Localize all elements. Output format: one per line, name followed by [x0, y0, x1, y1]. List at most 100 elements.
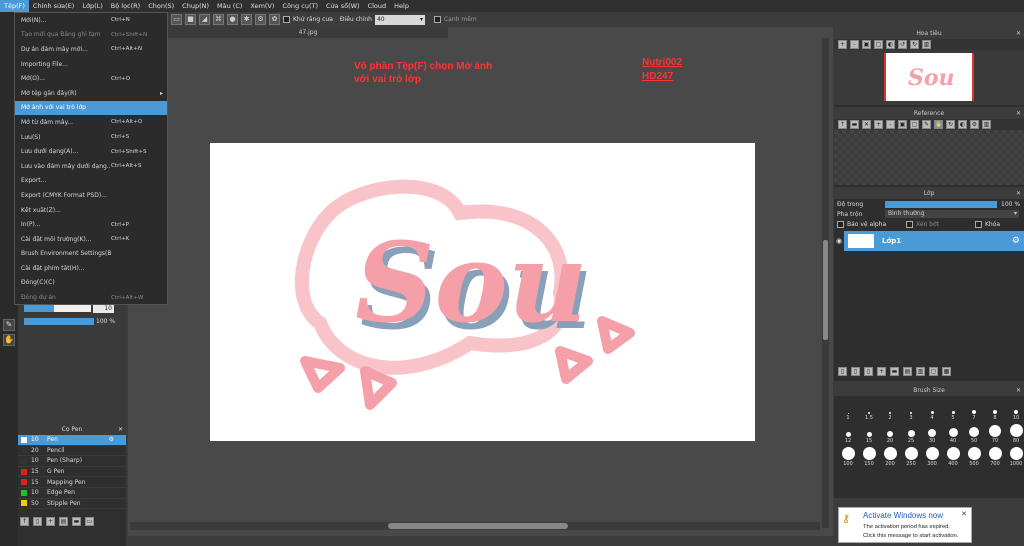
menu-10[interactable]: Cloud	[364, 0, 391, 12]
close-image-icon[interactable]: ✕	[862, 120, 871, 129]
brush-size-cell[interactable]: 15	[859, 422, 879, 444]
file-menu-item[interactable]: Lưu(S) Ctrl+S	[15, 130, 167, 145]
duplicate-icon[interactable]: ▤	[903, 367, 912, 376]
rotate-right-icon[interactable]: ↻	[910, 40, 919, 49]
clear-icon[interactable]: ◻	[929, 367, 938, 376]
brush-size-cell[interactable]: 50	[964, 422, 984, 444]
canvas[interactable]: Sou Sou	[210, 143, 755, 441]
pen-item[interactable]: 15 Mapping Pen	[18, 477, 126, 488]
brush-size-cell[interactable]: 1.5	[859, 399, 879, 421]
eyedropper-icon[interactable]: ✎	[922, 120, 931, 129]
reference-preview[interactable]	[834, 130, 1024, 185]
flip-icon[interactable]: ◐	[886, 40, 895, 49]
brush-size-cell[interactable]: 10	[1006, 399, 1024, 421]
brush-size-cell[interactable]: 30	[922, 422, 942, 444]
new-layer-icon[interactable]: ▯	[838, 367, 847, 376]
menu-8[interactable]: Công cụ(T)	[278, 0, 322, 12]
flip-icon[interactable]: ◐	[958, 120, 967, 129]
document-tab[interactable]: 47.jpg	[168, 27, 448, 38]
pen-item[interactable]: 10 Edge Pen	[18, 488, 126, 499]
protect-alpha-checkbox[interactable]	[837, 220, 844, 228]
file-menu-item[interactable]: Export (CMYK Format PSD)...	[15, 188, 167, 203]
horizontal-scroll-thumb[interactable]	[388, 523, 568, 529]
close-icon[interactable]: ✕	[118, 425, 123, 435]
menu-4[interactable]: Chọn(S)	[144, 0, 178, 12]
brush-size-cell[interactable]: 8	[985, 399, 1005, 421]
brush-size-cell[interactable]: 1	[838, 399, 858, 421]
close-icon[interactable]: ✕	[1016, 109, 1021, 119]
folder-icon[interactable]: ▬	[890, 367, 899, 376]
new-brush-icon[interactable]: ▯	[33, 517, 42, 526]
gear-icon[interactable]: ⚙	[1012, 236, 1020, 246]
brush-size-cell[interactable]: 2	[880, 399, 900, 421]
menu-0[interactable]: Tệp(F)	[0, 0, 29, 12]
import-icon[interactable]: ↑	[20, 517, 29, 526]
brush-size-cell[interactable]: 200	[880, 445, 900, 467]
pen-item[interactable]: 10 Pen ⚙	[18, 435, 126, 446]
file-menu-item[interactable]: Export...	[15, 174, 167, 189]
brush-size-cell[interactable]: 150	[859, 445, 879, 467]
folder-icon[interactable]: ▬	[72, 517, 81, 526]
close-icon[interactable]: ✕	[1016, 189, 1021, 199]
adjust-select[interactable]: 40 ▾	[374, 14, 425, 25]
activation-notice[interactable]: ⚷ Activate Windows now ✕ The activation …	[838, 507, 972, 543]
file-menu-item[interactable]: Lưu vào đám mây dưới dạng... Ctrl+Alt+S	[15, 159, 167, 174]
zoom-in-icon[interactable]: +	[874, 120, 883, 129]
file-menu-item[interactable]: Đóng dự án Ctrl+Alt+W	[15, 290, 167, 305]
fit-icon[interactable]: ▣	[862, 40, 871, 49]
menu-9[interactable]: Cửa sổ(W)	[322, 0, 364, 12]
settings-icon[interactable]: ✿	[269, 14, 280, 25]
file-menu-item[interactable]: Tạo mới qua Bảng ghi tạm Ctrl+Shift+N	[15, 28, 167, 43]
zoom-in-icon[interactable]: +	[838, 40, 847, 49]
brush-size-cell[interactable]: 80	[1006, 422, 1024, 444]
file-menu-item[interactable]: Mở ảnh với vai trò lớp	[15, 100, 167, 116]
brush-size-cell[interactable]: 7	[964, 399, 984, 421]
antialias-checkbox[interactable]	[283, 16, 290, 23]
reset-icon[interactable]: ▥	[922, 40, 931, 49]
actual-size-icon[interactable]: ▢	[910, 120, 919, 129]
menu-6[interactable]: Màu (C)	[213, 0, 246, 12]
upload-icon[interactable]: ↑	[838, 120, 847, 129]
menu-7[interactable]: Xem(V)	[246, 0, 278, 12]
edge-checkbox[interactable]	[433, 16, 441, 23]
add-layer-icon[interactable]: +	[877, 367, 886, 376]
lock-checkbox[interactable]	[975, 220, 982, 228]
brush-size-cell[interactable]: 5	[943, 399, 963, 421]
file-menu-item[interactable]: Mở tệp gần đây(R) ▸	[15, 86, 167, 101]
copy-icon[interactable]: ▤	[59, 517, 68, 526]
file-menu-item[interactable]: Brush Environment Settings(B)...	[15, 247, 167, 262]
gradient-icon[interactable]: ◢	[199, 14, 210, 25]
pen-item[interactable]: 15 G Pen	[18, 467, 126, 478]
file-menu-item[interactable]: Mới(N)... Ctrl+N	[15, 13, 167, 28]
navigator-preview[interactable]: Sou	[834, 50, 1024, 105]
lasso-icon[interactable]: ⌘	[213, 14, 224, 25]
rotate-left-icon[interactable]: ↺	[898, 40, 907, 49]
fill-icon[interactable]: ■	[185, 14, 196, 25]
pen-item[interactable]: 10 Pen (Sharp)	[18, 456, 126, 467]
open-image-icon[interactable]: ▬	[850, 120, 859, 129]
hand-icon[interactable]: ✋	[934, 120, 943, 129]
size-slider[interactable]	[24, 305, 91, 312]
menu-3[interactable]: Bộ lọc(R)	[107, 0, 144, 12]
reset-icon[interactable]: ▥	[982, 120, 991, 129]
file-menu-item[interactable]: Dự án đám mây mới... Ctrl+Alt+N	[15, 42, 167, 57]
file-menu-item[interactable]: Importing File...	[15, 57, 167, 72]
rotate-icon[interactable]: ↻	[946, 120, 955, 129]
opacity-slider[interactable]	[24, 318, 94, 325]
fit-icon[interactable]: ▣	[898, 120, 907, 129]
settings-icon[interactable]: ⚙	[970, 120, 979, 129]
eye-icon[interactable]: ◉	[834, 237, 844, 245]
brush-size-cell[interactable]: 70	[985, 422, 1005, 444]
actual-size-icon[interactable]: ▢	[874, 40, 883, 49]
brush-size-cell[interactable]: 25	[901, 422, 921, 444]
brush-size-cell[interactable]: 20	[880, 422, 900, 444]
delete-icon[interactable]: ▭	[85, 517, 94, 526]
layer-row[interactable]: ◉ Lớp1 ⚙	[834, 231, 1024, 251]
brush-size-cell[interactable]: 40	[943, 422, 963, 444]
menu-5[interactable]: Chụp(N)	[178, 0, 213, 12]
file-menu-item[interactable]: Cài đặt môi trường(K)... Ctrl+K	[15, 232, 167, 247]
brush-size-cell[interactable]: 3	[901, 399, 921, 421]
select-rect-icon[interactable]: ▭	[171, 14, 182, 25]
brush-size-cell[interactable]: 500	[964, 445, 984, 467]
layer-opacity-slider[interactable]	[885, 200, 997, 208]
